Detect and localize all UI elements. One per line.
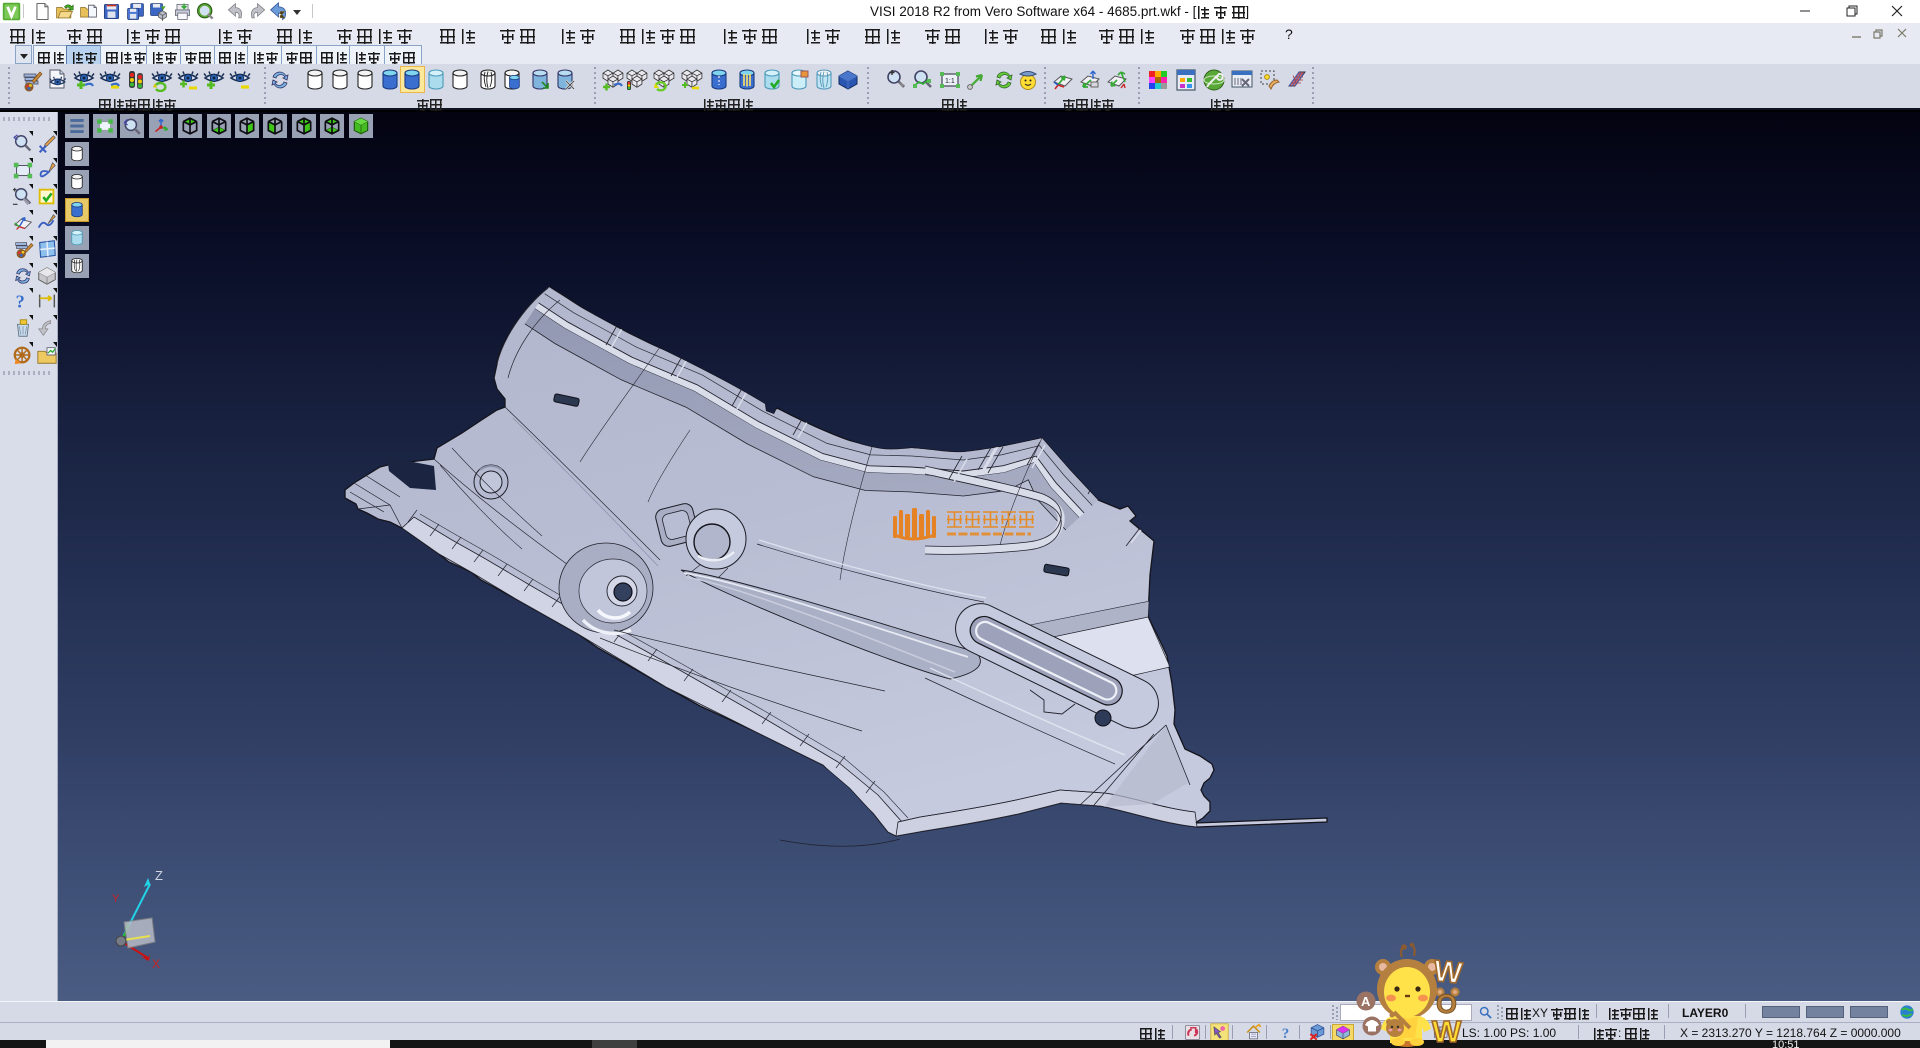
svg-text:W: W <box>1432 1014 1462 1048</box>
svg-text:?: ? <box>16 291 25 311</box>
svg-text:W: W <box>1432 955 1464 991</box>
svg-text:1:1: 1:1 <box>945 78 955 85</box>
svg-text:X: X <box>152 957 160 971</box>
svg-text:A: A <box>1361 994 1371 1009</box>
svg-text:Y: Y <box>112 893 120 905</box>
svg-text:Z: Z <box>155 868 163 883</box>
